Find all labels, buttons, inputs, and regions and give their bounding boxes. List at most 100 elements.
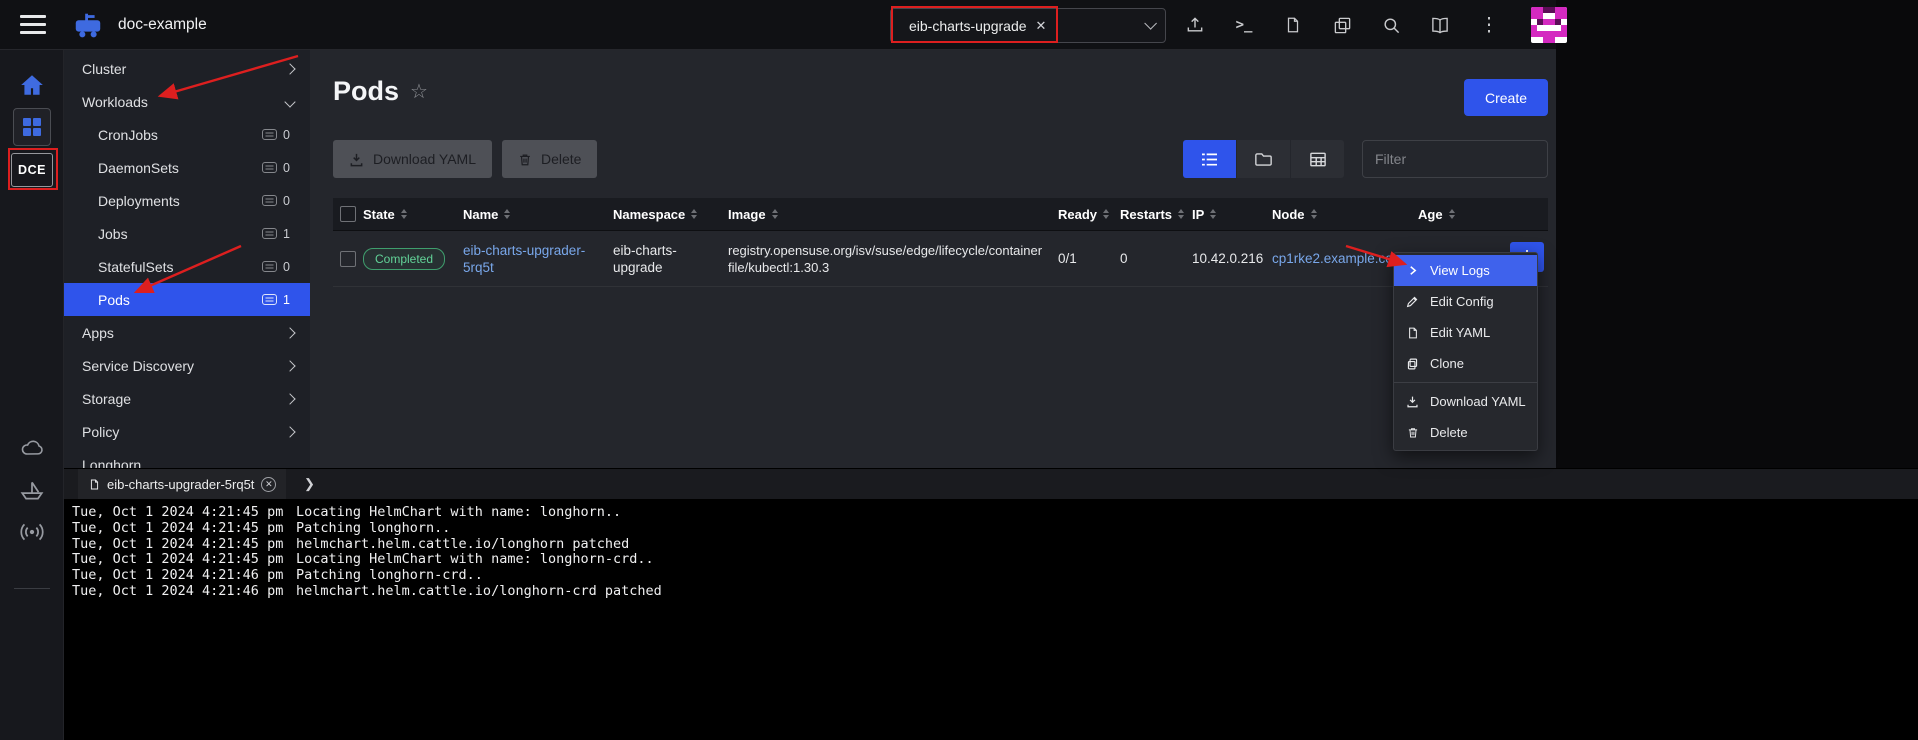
chevron-right-icon: [284, 426, 295, 437]
menu-item-edit-config[interactable]: Edit Config: [1394, 286, 1537, 317]
trash-icon: [518, 152, 532, 167]
harbor-boat-icon[interactable]: [18, 478, 46, 504]
namespace-filter-tag[interactable]: eib-charts-upgrade ✕: [903, 15, 1052, 37]
sort-icon: [691, 209, 697, 220]
column-header-age[interactable]: Age: [1418, 207, 1512, 222]
filter-input[interactable]: [1362, 140, 1548, 178]
sort-icon: [772, 209, 778, 220]
sidebar-item-statefulsets[interactable]: StatefulSets 0: [64, 250, 310, 283]
cluster-icon-button[interactable]: [13, 108, 51, 146]
log-line: Tue, Oct 1 2024 4:21:45 pmPatching longh…: [72, 521, 1918, 537]
sort-icon: [504, 209, 510, 220]
list-icon: [1201, 152, 1218, 167]
namespace-filter-label: eib-charts-upgrade: [909, 18, 1027, 34]
sidebar-item-deployments[interactable]: Deployments 0: [64, 184, 310, 217]
sort-icon: [1449, 209, 1455, 220]
docs-book-icon[interactable]: [1429, 14, 1451, 36]
rail-divider: [14, 588, 50, 589]
topbar-icon-group: >_ ⋮: [1184, 0, 1567, 50]
log-tab-bar: eib-charts-upgrader-5rq5t ✕ ❯: [64, 469, 1918, 499]
column-header-state[interactable]: State: [363, 207, 463, 222]
cluster-name[interactable]: doc-example: [118, 16, 207, 34]
menu-item-delete[interactable]: Delete: [1394, 417, 1537, 448]
search-icon[interactable]: [1380, 14, 1402, 36]
chevron-right-icon: [1405, 264, 1420, 277]
sidebar-item-longhorn[interactable]: Longhorn: [64, 448, 310, 468]
column-header-namespace[interactable]: Namespace: [613, 207, 728, 222]
page-title: Pods ☆: [333, 76, 428, 107]
menu-item-view-logs[interactable]: View Logs: [1394, 255, 1537, 286]
sidebar-item-service-discovery[interactable]: Service Discovery: [64, 349, 310, 382]
chevron-right-icon: [284, 63, 295, 74]
download-yaml-button[interactable]: Download YAML: [333, 140, 492, 178]
file-icon[interactable]: [1282, 14, 1304, 36]
sidebar-item-apps[interactable]: Apps: [64, 316, 310, 349]
file-icon: [1405, 326, 1420, 340]
grid-view-button[interactable]: [1291, 140, 1344, 178]
cluster-nav-panel: Cluster Workloads CronJobs 0 DaemonSets …: [64, 50, 310, 468]
file-icon: [89, 478, 100, 491]
hamburger-menu-icon[interactable]: [20, 15, 46, 34]
signal-icon[interactable]: [18, 519, 46, 545]
sort-icon: [401, 209, 407, 220]
delete-button[interactable]: Delete: [502, 140, 597, 178]
chevron-right-icon: [284, 360, 295, 371]
sidebar-item-jobs[interactable]: Jobs 1: [64, 217, 310, 250]
row-context-menu: View Logs Edit Config Edit YAML Clone Do…: [1393, 252, 1538, 451]
column-header-node[interactable]: Node: [1272, 207, 1418, 222]
count-chip: 0: [262, 128, 290, 142]
upload-icon[interactable]: [1184, 14, 1206, 36]
tab-scroll-chevron-icon[interactable]: ❯: [298, 476, 320, 492]
close-tab-icon[interactable]: ✕: [261, 477, 276, 492]
sidebar-item-pods[interactable]: Pods 1: [64, 283, 310, 316]
column-header-ready[interactable]: Ready: [1058, 207, 1120, 222]
column-header-image[interactable]: Image: [728, 207, 1058, 222]
folder-icon: [1255, 152, 1272, 167]
count-chip: 0: [262, 161, 290, 175]
chevron-down-icon[interactable]: [1144, 17, 1157, 30]
table-header: State Name Namespace Image Ready Restart…: [333, 198, 1548, 231]
folder-view-button[interactable]: [1237, 140, 1290, 178]
log-panel: eib-charts-upgrader-5rq5t ✕ ❯ Tue, Oct 1…: [64, 468, 1918, 740]
sidebar-item-storage[interactable]: Storage: [64, 382, 310, 415]
column-header-ip[interactable]: IP: [1192, 207, 1272, 222]
column-header-name[interactable]: Name: [463, 207, 613, 222]
kebab-menu-icon[interactable]: ⋮: [1478, 14, 1500, 36]
import-yaml-icon[interactable]: [1331, 14, 1353, 36]
view-toggle-group: [1183, 140, 1344, 178]
column-header-restarts[interactable]: Restarts: [1120, 207, 1192, 222]
pencil-icon: [1405, 295, 1420, 308]
menu-item-edit-yaml[interactable]: Edit YAML: [1394, 317, 1537, 348]
sidebar-item-daemonsets[interactable]: DaemonSets 0: [64, 151, 310, 184]
namespace-filter-dropdown[interactable]: eib-charts-upgrade ✕: [890, 8, 1166, 43]
kubectl-shell-icon[interactable]: >_: [1233, 14, 1255, 36]
pod-name-link[interactable]: eib-charts-upgrader-5rq5t: [463, 242, 613, 276]
download-icon: [349, 152, 364, 167]
main-content: Pods ☆ Create Download YAML Delete State…: [310, 50, 1556, 468]
favorite-star-icon[interactable]: ☆: [410, 79, 428, 104]
select-all-checkbox[interactable]: [340, 206, 356, 222]
list-view-button[interactable]: [1183, 140, 1236, 178]
dce-cluster-badge[interactable]: DCE: [11, 153, 53, 187]
sidebar-item-workloads[interactable]: Workloads: [64, 85, 310, 118]
user-avatar[interactable]: [1531, 7, 1567, 43]
sidebar-item-policy[interactable]: Policy: [64, 415, 310, 448]
top-bar: doc-example eib-charts-upgrade ✕ >_ ⋮: [0, 0, 1556, 50]
menu-item-clone[interactable]: Clone: [1394, 348, 1537, 379]
count-chip: 0: [262, 260, 290, 274]
row-checkbox[interactable]: [340, 251, 356, 267]
log-line: Tue, Oct 1 2024 4:21:45 pmhelmchart.helm…: [72, 537, 1918, 553]
log-tab[interactable]: eib-charts-upgrader-5rq5t ✕: [78, 469, 286, 499]
sidebar-item-cluster[interactable]: Cluster: [64, 52, 310, 85]
count-chip: 0: [262, 194, 290, 208]
menu-item-download-yaml[interactable]: Download YAML: [1394, 386, 1537, 417]
clear-namespace-icon[interactable]: ✕: [1036, 18, 1047, 34]
sidebar-item-cronjobs[interactable]: CronJobs 0: [64, 118, 310, 151]
sort-icon: [1210, 209, 1216, 220]
home-icon[interactable]: [19, 72, 45, 98]
cloud-icon[interactable]: [18, 436, 46, 460]
count-chip: 1: [262, 293, 290, 307]
rancher-logo[interactable]: [72, 9, 104, 41]
sort-icon: [1103, 209, 1109, 220]
create-button[interactable]: Create: [1464, 79, 1548, 116]
